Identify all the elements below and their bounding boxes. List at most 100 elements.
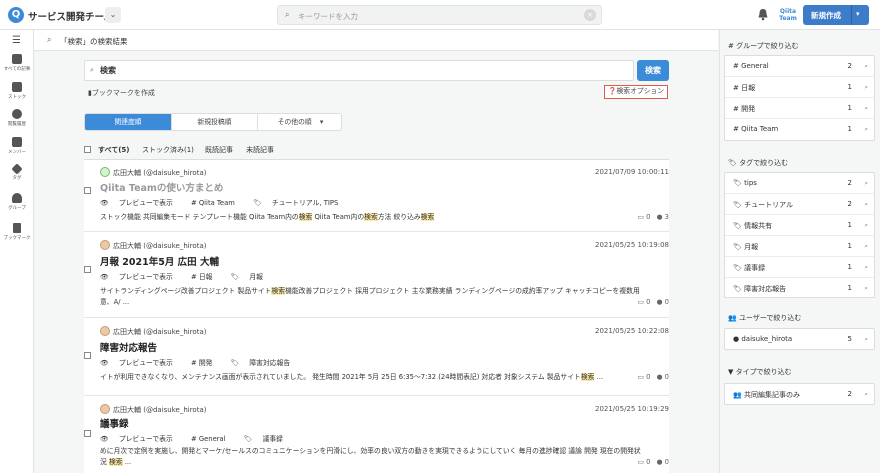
author-name[interactable]: 広田大輔 (@daisuke_hirota) — [113, 405, 206, 415]
preview-link[interactable]: 👁 プレビューで表示 — [100, 199, 181, 207]
menu-icon[interactable]: ☰ — [12, 35, 21, 46]
stock-icon — [12, 82, 22, 92]
tag-count: 1 — [847, 263, 852, 271]
author-name[interactable]: 広田大輔 (@daisuke_hirota) — [113, 241, 206, 251]
group-tag[interactable]: # Qiita Team — [191, 199, 243, 207]
user-filter-item[interactable]: ● daisuke_hirota 5 ⌕ — [725, 329, 876, 350]
team-dropdown-button[interactable]: ⌄ — [105, 7, 121, 23]
filter-read[interactable]: 既読記事 — [205, 145, 233, 155]
like-icon: ● — [656, 213, 663, 221]
article-title[interactable]: Qiita Teamの使い方まとめ — [100, 180, 223, 194]
search-icon[interactable]: ⌕ — [864, 242, 868, 251]
query-field[interactable]: ⌕ — [84, 60, 634, 81]
tag-filter-item[interactable]: 🏷 月報 1 ⌕ — [725, 236, 876, 257]
nav-item-history[interactable]: 閲覧履歴 — [0, 109, 34, 127]
article-snippet: ストック機能 共同編集モード テンプレート機能 Qiita Team内の検索 Q… — [100, 212, 645, 223]
avatar: ● — [733, 335, 740, 343]
tag-filter-item[interactable]: 🏷 障害対応報告 1 ⌕ — [725, 278, 876, 299]
article-title[interactable]: 障害対応報告 — [100, 340, 157, 354]
search-icon[interactable]: ⌕ — [864, 390, 868, 399]
nav-item-members[interactable]: メンバー — [0, 137, 34, 155]
team-name[interactable]: サービス開発チーム — [28, 9, 113, 23]
tag-filter-item[interactable]: 🏷 tips 2 ⌕ — [725, 173, 876, 194]
preview-link[interactable]: 👁 プレビューで表示 — [100, 359, 181, 367]
group-filter-item[interactable]: # General 2 ⌕ — [725, 56, 876, 77]
search-icon: ⌕ — [90, 66, 94, 74]
result-item[interactable]: 広田大輔 (@daisuke_hirota) 2021/07/09 10:00:… — [84, 160, 669, 232]
article-snippet: サイトランディングページ改善プロジェクト 製品サイト検索機能改善プロジェクト 採… — [100, 286, 645, 308]
nav-item-groups[interactable]: グループ — [0, 193, 34, 211]
result-checkbox[interactable] — [84, 187, 91, 194]
preview-link[interactable]: 👁 プレビューで表示 — [100, 435, 181, 443]
result-item[interactable]: 広田大輔 (@daisuke_hirota) 2021/05/25 10:19:… — [84, 232, 669, 318]
type-filter-item[interactable]: 👥 共同編集記事のみ 2 ⌕ — [725, 384, 876, 405]
select-all-checkbox[interactable] — [84, 146, 91, 153]
button-separator — [851, 5, 852, 25]
article-title[interactable]: 月報 2021年5月 広田 大輔 — [100, 254, 219, 268]
article-tag[interactable]: 🏷 チュートリアル, TIPS — [253, 199, 346, 207]
article-title[interactable]: 議事録 — [100, 416, 129, 430]
user-count: 5 — [847, 335, 852, 343]
preview-link[interactable]: 👁 プレビューで表示 — [100, 273, 181, 281]
article-tag[interactable]: 🏷 月報 — [231, 273, 271, 281]
new-post-button[interactable]: 新規作成 ▾ — [803, 5, 869, 25]
author-name[interactable]: 広田大輔 (@daisuke_hirota) — [113, 168, 206, 178]
tag-count: 1 — [847, 221, 852, 229]
users-icon: 👥 — [728, 314, 737, 322]
result-item[interactable]: 広田大輔 (@daisuke_hirota) 2021/05/25 10:22:… — [84, 318, 669, 396]
search-icon[interactable]: ⌕ — [864, 263, 868, 272]
search-icon[interactable]: ⌕ — [864, 284, 868, 293]
query-input[interactable] — [100, 63, 620, 78]
search-icon[interactable]: ⌕ — [864, 62, 868, 71]
tag-icon: 🏷 — [733, 179, 742, 187]
team-logo-icon[interactable]: Q — [8, 7, 24, 23]
filter-stocked[interactable]: ストック済み(1) — [142, 145, 194, 155]
search-icon[interactable]: ⌕ — [864, 83, 868, 92]
search-icon[interactable]: ⌕ — [864, 179, 868, 188]
new-post-caret-icon[interactable]: ▾ — [856, 10, 860, 18]
search-icon[interactable]: ⌕ — [864, 335, 868, 344]
nav-item-all-articles[interactable]: すべての記事 — [0, 54, 34, 72]
nav-item-tags[interactable]: タグ — [0, 163, 34, 181]
result-item[interactable]: 広田大輔 (@daisuke_hirota) 2021/05/25 10:19:… — [84, 396, 669, 473]
notification-bell-icon[interactable] — [757, 8, 769, 21]
nav-item-bookmarks[interactable]: ブックマーク — [0, 223, 34, 241]
global-search-input[interactable]: ⌕ キーワードを入力 × — [277, 5, 602, 25]
article-tag[interactable]: 🏷 障害対応報告 — [231, 359, 299, 367]
article-stats: ▭ 0 ● 0 — [637, 298, 669, 306]
search-icon[interactable]: ⌕ — [864, 221, 868, 230]
result-checkbox[interactable] — [84, 266, 91, 273]
author-name[interactable]: 広田大輔 (@daisuke_hirota) — [113, 327, 206, 337]
search-options-button[interactable]: ❓検索オプション — [604, 85, 668, 99]
tag-filter-item[interactable]: 🏷 議事録 1 ⌕ — [725, 257, 876, 278]
create-bookmark-link[interactable]: ▮ブックマークを作成 — [88, 88, 155, 98]
result-checkbox[interactable] — [84, 352, 91, 359]
search-button[interactable]: 検索 — [637, 60, 669, 81]
tag-filter-item[interactable]: 🏷 チュートリアル 2 ⌕ — [725, 194, 876, 215]
group-label: General — [198, 435, 226, 443]
nav-item-stock[interactable]: ストック — [0, 82, 34, 100]
preview-label: プレビューで表示 — [118, 199, 173, 207]
group-tag[interactable]: # General — [191, 435, 234, 443]
search-icon[interactable]: ⌕ — [864, 200, 868, 209]
filter-unread[interactable]: 未読記事 — [246, 145, 274, 155]
result-checkbox[interactable] — [84, 430, 91, 437]
search-icon[interactable]: ⌕ — [864, 125, 868, 134]
group-filter-item[interactable]: # 日報 1 ⌕ — [725, 77, 876, 98]
tab-other-sort[interactable]: その他の順 ▾ — [257, 114, 341, 130]
group-tag[interactable]: # 日報 — [191, 273, 220, 281]
search-icon[interactable]: ⌕ — [864, 104, 868, 113]
type-count: 2 — [847, 390, 852, 398]
group-filter-item[interactable]: # 開発 1 ⌕ — [725, 98, 876, 119]
group-tag[interactable]: # 開発 — [191, 359, 220, 367]
article-tag[interactable]: 🏷 議事録 — [244, 435, 291, 443]
tab-newest[interactable]: 新規投稿順 — [171, 114, 257, 130]
group-filter-item[interactable]: # Qiita Team 1 ⌕ — [725, 119, 876, 140]
tab-relevance[interactable]: 関連度順 — [85, 114, 171, 130]
tag-filter-item[interactable]: 🏷 情報共有 1 ⌕ — [725, 215, 876, 236]
heading-label: タグで絞り込む — [739, 159, 789, 167]
group-count: 2 — [847, 62, 852, 70]
heading-label: ユーザーで絞り込む — [738, 314, 802, 322]
filter-all[interactable]: すべて(5) — [98, 145, 130, 155]
clear-search-icon[interactable]: × — [584, 9, 596, 21]
